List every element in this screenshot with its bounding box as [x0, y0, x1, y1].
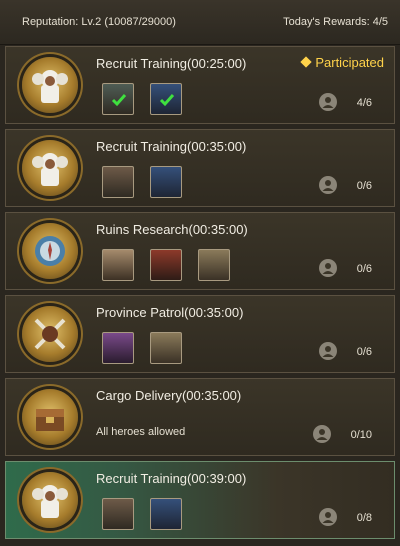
slot-count: 0/6: [356, 346, 372, 358]
header-bar: Reputation: Lv.2 (10087/29000) Today's R…: [0, 0, 400, 45]
task-title: Recruit Training(00:39:00): [96, 471, 247, 486]
person-icon: [318, 176, 337, 194]
slots-indicator: 0/8: [318, 508, 372, 526]
hero-portrait-old-scholar[interactable]: [102, 249, 134, 281]
recruit-emblem-icon: [22, 140, 78, 196]
slot-count: 4/6: [356, 97, 372, 109]
task-card-province-patrol[interactable]: Province Patrol(00:35:00) 0/6: [5, 295, 395, 373]
slots-indicator: 0/10: [312, 425, 372, 443]
slot-count: 0/10: [350, 429, 372, 441]
slot-count: 0/8: [356, 512, 372, 524]
check-icon: [111, 94, 127, 107]
task-title: Recruit Training(00:25:00): [96, 56, 247, 71]
person-icon: [318, 259, 337, 277]
hero-portrait-masked-blue[interactable]: [150, 83, 182, 115]
task-card-cargo-delivery[interactable]: Cargo Delivery(00:35:00) All heroes allo…: [5, 378, 395, 456]
task-title: Ruins Research(00:35:00): [96, 222, 248, 237]
hero-portrait-masked-blue[interactable]: [150, 498, 182, 530]
person-icon: [318, 508, 337, 526]
check-icon: [159, 94, 175, 107]
slots-indicator: 0/6: [318, 176, 372, 194]
hero-portrait-helmet-warrior[interactable]: [150, 332, 182, 364]
slot-count: 0/6: [356, 180, 372, 192]
hero-portrait-bearded-warrior[interactable]: [102, 498, 134, 530]
slots-indicator: 0/6: [318, 259, 372, 277]
person-icon: [312, 425, 331, 443]
ruins-emblem-icon: [22, 223, 78, 279]
task-card-recruit-training-3[interactable]: Recruit Training(00:39:00) 0/8: [5, 461, 395, 539]
task-title: Recruit Training(00:35:00): [96, 139, 247, 154]
patrol-emblem-icon: [22, 306, 78, 362]
diamond-icon: [300, 56, 313, 68]
task-title: Province Patrol(00:35:00): [96, 305, 244, 320]
todays-rewards-label: Today's Rewards: 4/5: [283, 16, 388, 28]
hero-portrait-bearded-warrior[interactable]: [102, 166, 134, 198]
task-title: Cargo Delivery(00:35:00): [96, 388, 242, 403]
cargo-emblem-icon: [22, 389, 78, 445]
slots-indicator: 4/6: [318, 93, 372, 111]
hero-portrait-masked-blue[interactable]: [150, 166, 182, 198]
participated-badge: Participated: [300, 55, 384, 70]
task-card-ruins-research[interactable]: Ruins Research(00:35:00) 0/6: [5, 212, 395, 290]
person-icon: [318, 93, 337, 111]
hero-portrait-red-hair-woman[interactable]: [150, 249, 182, 281]
all-heroes-note: All heroes allowed: [96, 426, 186, 438]
slots-indicator: 0/6: [318, 342, 372, 360]
reputation-label: Reputation: Lv.2 (10087/29000): [22, 16, 176, 28]
person-icon: [318, 342, 337, 360]
hero-portrait-purple-woman[interactable]: [102, 332, 134, 364]
slot-count: 0/6: [356, 263, 372, 275]
task-card-recruit-training-2[interactable]: Recruit Training(00:35:00) 0/6: [5, 129, 395, 207]
hero-portrait-bearded-warrior[interactable]: [102, 83, 134, 115]
hero-portrait-helmet-warrior[interactable]: [198, 249, 230, 281]
recruit-emblem-icon: [22, 57, 78, 113]
task-card-recruit-training-1[interactable]: Recruit Training(00:25:00) Participated …: [5, 46, 395, 124]
recruit-emblem-icon: [22, 472, 78, 528]
